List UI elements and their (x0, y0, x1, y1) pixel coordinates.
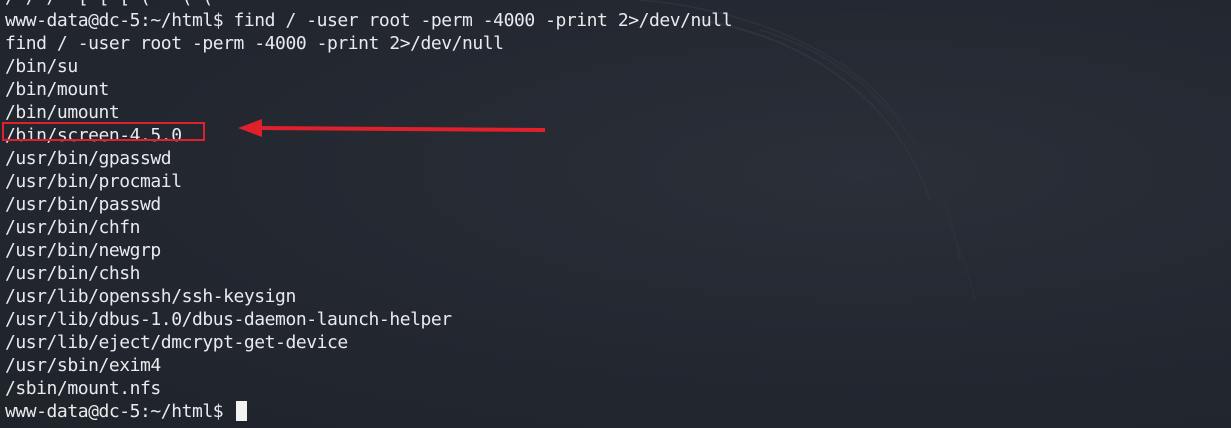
terminal-line: /usr/bin/chfn (5, 217, 141, 238)
text-cursor (235, 401, 247, 421)
terminal-line: /usr/bin/chsh (5, 263, 141, 284)
terminal-line: /usr/sbin/exim4 (5, 355, 161, 376)
highlight-box (2, 122, 205, 141)
terminal-command-line: www-data@dc-5:~/html$ find / -user root … (5, 10, 733, 31)
terminal-line: /bin/su (5, 56, 78, 77)
terminal-line: /usr/lib/eject/dmcrypt-get-device (5, 332, 348, 353)
terminal-line: /usr/lib/dbus-1.0/dbus-daemon-launch-hel… (5, 309, 452, 330)
terminal-line: /usr/bin/passwd (5, 194, 161, 215)
terminal-prompt: www-data@dc-5:~/html$ (5, 401, 234, 422)
terminal-prompt-line[interactable]: www-data@dc-5:~/html$ (5, 400, 732, 423)
terminal-line: find / -user root -perm -4000 -print 2>/… (5, 33, 504, 54)
terminal-line: /usr/lib/openssh/ssh-keysign (5, 286, 296, 307)
terminal-output: / / / [ [ [ ( ( ( www-data@dc-5:~/html$ … (5, 0, 733, 423)
terminal-window[interactable]: / / / [ [ [ ( ( ( www-data@dc-5:~/html$ … (0, 0, 1231, 428)
terminal-line: /usr/bin/newgrp (5, 240, 161, 261)
terminal-line: /usr/bin/procmail (5, 171, 182, 192)
terminal-line: / / / [ [ [ ( ( ( (5, 0, 732, 9)
terminal-line: /sbin/mount.nfs (5, 378, 161, 399)
terminal-line: /bin/umount (5, 102, 120, 123)
terminal-line: /usr/bin/gpasswd (5, 148, 172, 169)
terminal-line: /bin/mount (5, 79, 109, 100)
